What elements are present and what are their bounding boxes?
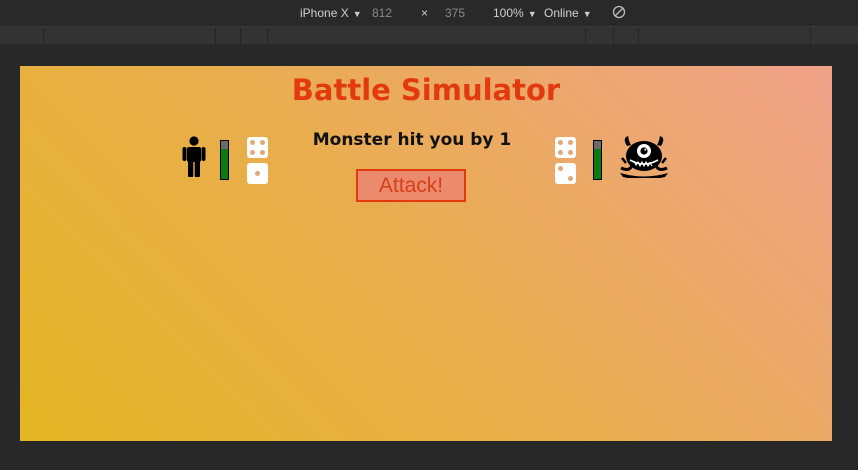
times-symbol: ×: [421, 6, 429, 20]
die-pip: [260, 150, 265, 155]
player-health-fill: [221, 148, 228, 179]
attack-button[interactable]: Attack!: [356, 169, 466, 202]
monster-icon: [620, 136, 668, 178]
ruler-divider: [585, 27, 586, 44]
die-pip: [568, 150, 573, 155]
battle-message: Monster hit you by 1: [312, 130, 512, 150]
player-die-2: [247, 163, 268, 184]
player-icon: [182, 136, 206, 177]
network-label: Online: [544, 6, 579, 20]
zoom-label: 100%: [493, 6, 524, 20]
chevron-down-icon: ▼: [582, 9, 592, 19]
ruler-divider: [215, 27, 216, 44]
die-pip: [568, 140, 573, 145]
ruler-divider: [810, 27, 811, 44]
height-input[interactable]: 375: [445, 6, 465, 20]
page-title: Battle Simulator: [291, 73, 561, 107]
width-input[interactable]: 812: [372, 6, 392, 20]
die-pip: [558, 140, 563, 145]
die-pip: [558, 166, 563, 171]
monster-health-bar: [593, 140, 602, 180]
device-select[interactable]: iPhone X ▼: [300, 6, 362, 20]
ruler-divider: [638, 27, 639, 44]
ruler-divider: [43, 27, 44, 44]
media-query-bar: [0, 26, 858, 44]
monster-die-1: [555, 137, 576, 158]
die-pip: [558, 150, 563, 155]
device-label: iPhone X: [300, 6, 349, 20]
ruler-divider: [267, 27, 268, 44]
die-pip: [250, 150, 255, 155]
zoom-select[interactable]: 100% ▼: [493, 6, 537, 20]
rotate-icon[interactable]: [612, 5, 626, 19]
die-pip: [255, 171, 260, 176]
ruler-divider: [613, 27, 614, 44]
devtools-toolbar: iPhone X ▼ 812 × 375 100% ▼ Online ▼: [0, 0, 858, 26]
device-viewport: Battle Simulator Monster hit you by 1 At…: [20, 66, 832, 441]
monster-die-2: [555, 163, 576, 184]
chevron-down-icon: ▼: [527, 9, 537, 19]
monster-health-fill: [594, 148, 601, 179]
network-select[interactable]: Online ▼: [544, 6, 592, 20]
ruler-divider: [240, 27, 241, 44]
chevron-down-icon: ▼: [352, 9, 362, 19]
die-pip: [568, 176, 573, 181]
